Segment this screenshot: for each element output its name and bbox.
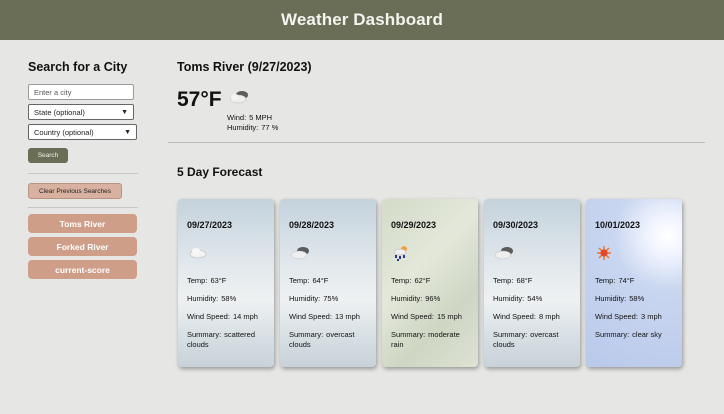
- forecast-wind: Wind Speed: 13 mph: [289, 312, 360, 321]
- forecast-humidity: Humidity: 96%: [391, 294, 441, 303]
- forecast-title: 5 Day Forecast: [177, 165, 263, 179]
- rain-icon: [391, 244, 413, 267]
- page-title: Weather Dashboard: [281, 10, 443, 29]
- forecast-date: 09/29/2023: [391, 220, 437, 230]
- current-humidity: Humidity: 77 %: [227, 123, 279, 132]
- forecast-date: 10/01/2023: [595, 220, 641, 230]
- sidebar-title: Search for a City: [28, 60, 128, 74]
- overcast-icon: [493, 244, 517, 267]
- city-input[interactable]: Enter a city: [28, 84, 134, 100]
- current-temp: 57°F: [177, 88, 222, 111]
- forecast-summary: Summary: overcast clouds: [289, 330, 355, 349]
- forecast-temp: Temp: 64°F: [289, 276, 329, 285]
- forecast-card: 09/30/2023 Temp: 68°F Humidity: 54% Wind S…: [484, 199, 580, 367]
- state-select[interactable]: State (optional) ▼: [28, 104, 134, 120]
- forecast-card: 09/27/2023 Temp: 63°F Humidity: 58% Wind S…: [178, 199, 274, 367]
- overcast-icon: [289, 244, 313, 267]
- forecast-humidity: Humidity: 58%: [595, 294, 645, 303]
- forecast-date: 09/30/2023: [493, 220, 539, 230]
- sidebar: Search for a City Enter a city State (op…: [28, 60, 140, 283]
- current-weather: Toms River (9/27/2023): [177, 60, 312, 74]
- forecast-summary: Summary: scattered clouds: [187, 330, 256, 349]
- chevron-down-icon: ▼: [121, 108, 128, 116]
- forecast-humidity: Humidity: 58%: [187, 294, 237, 303]
- sun-icon: [595, 244, 613, 267]
- history-button-current-score[interactable]: current-score: [28, 260, 137, 279]
- search-button[interactable]: Search: [28, 148, 68, 163]
- city-input-placeholder: Enter a city: [34, 87, 72, 97]
- state-select-value: State (optional): [34, 107, 85, 117]
- forecast-date: 09/28/2023: [289, 220, 335, 230]
- forecast-wind: Wind Speed: 14 mph: [187, 312, 258, 321]
- current-city-title: Toms River (9/27/2023): [177, 60, 312, 74]
- history-button-forked-river[interactable]: Forked River: [28, 237, 137, 256]
- forecast-card: 09/29/2023 Temp: 62°F Humidity: 96% Wind S…: [382, 199, 478, 367]
- divider: [28, 173, 138, 174]
- forecast-temp: Temp: 62°F: [391, 276, 431, 285]
- forecast-temp: Temp: 63°F: [187, 276, 227, 285]
- forecast-humidity: Humidity: 75%: [289, 294, 339, 303]
- forecast-summary: Summary: moderate rain: [391, 330, 460, 349]
- cloud-icon: [187, 244, 209, 265]
- forecast-card: 09/28/2023 Temp: 64°F Humidity: 75% Wind S…: [280, 199, 376, 367]
- cloudy-icon: [228, 88, 252, 111]
- clear-history-button[interactable]: Clear Previous Searches: [28, 183, 122, 199]
- country-select-value: Country (optional): [34, 127, 94, 137]
- header-bar: Weather Dashboard: [0, 0, 724, 40]
- forecast-wind: Wind Speed: 3 mph: [595, 312, 662, 321]
- forecast-summary: Summary: overcast clouds: [493, 330, 559, 349]
- section-divider: [168, 142, 705, 143]
- forecast-humidity: Humidity: 54%: [493, 294, 543, 303]
- forecast-date: 09/27/2023: [187, 220, 233, 230]
- country-select[interactable]: Country (optional) ▼: [28, 124, 137, 140]
- forecast-wind: Wind Speed: 15 mph: [391, 312, 462, 321]
- history-button-toms-river[interactable]: Toms River: [28, 214, 137, 233]
- forecast-temp: Temp: 74°F: [595, 276, 635, 285]
- chevron-down-icon: ▼: [124, 128, 131, 136]
- current-details: Wind: 5 MPH Humidity: 77 %: [227, 113, 278, 133]
- forecast-summary: Summary: clear sky: [595, 330, 662, 339]
- forecast-temp: Temp: 68°F: [493, 276, 533, 285]
- forecast-card: 10/01/2023 Temp: 74°F Humidity: 58% Wind S…: [586, 199, 682, 367]
- current-wind: Wind: 5 MPH: [227, 113, 273, 122]
- divider: [28, 207, 138, 208]
- forecast-wind: Wind Speed: 8 mph: [493, 312, 560, 321]
